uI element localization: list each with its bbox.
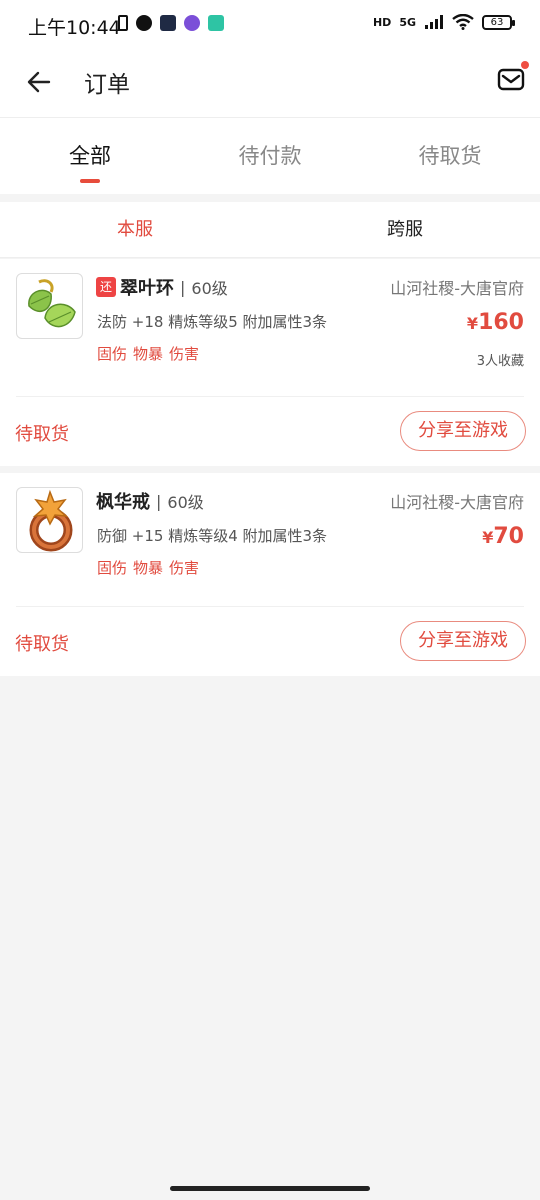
notification-icons <box>118 15 224 31</box>
alarm-icon <box>136 15 152 31</box>
item-tags: 固伤 物暴 伤害 <box>97 343 199 364</box>
tab-pending-payment[interactable]: 待付款 <box>180 118 360 194</box>
order-card[interactable]: 枫华戒 | 60级 山河社稷-大唐官府 防御 +15 精炼等级4 附加属性3条 … <box>0 473 540 676</box>
item-price: ¥70 <box>482 524 524 549</box>
currency-symbol: ¥ <box>466 314 479 333</box>
item-tags: 固伤 物暴 伤害 <box>97 557 199 578</box>
hd-label: HD <box>372 15 392 29</box>
order-card[interactable]: 还 翠叶环 | 60级 山河社稷-大唐官府 法防 +18 精炼等级5 附加属性3… <box>0 259 540 466</box>
item-tag: 固伤 <box>97 559 128 577</box>
item-tag: 伤害 <box>169 345 200 363</box>
item-price: ¥160 <box>467 310 524 335</box>
tab-cross-server[interactable]: 跨服 <box>270 202 540 257</box>
tab-label: 待取货 <box>418 144 482 168</box>
back-arrow-icon <box>27 71 51 93</box>
status-time: 上午10:44 <box>28 17 121 39</box>
order-status: 待取货 <box>15 424 69 445</box>
item-name: 翠叶环 <box>120 278 174 299</box>
unread-dot <box>521 61 529 69</box>
item-server: 山河社稷-大唐官府 <box>390 279 524 298</box>
vibrate-icon <box>118 15 128 31</box>
divider <box>16 396 524 397</box>
item-level: 60级 <box>167 493 204 512</box>
item-level: 60级 <box>191 279 228 298</box>
item-badge: 还 <box>96 277 116 297</box>
mail-icon <box>497 68 525 91</box>
home-indicator[interactable] <box>170 1186 370 1191</box>
item-server: 山河社稷-大唐官府 <box>390 493 524 512</box>
order-status-tabs: 全部 待付款 待取货 <box>0 118 540 194</box>
tab-this-server[interactable]: 本服 <box>0 202 270 257</box>
item-tag: 固伤 <box>97 345 128 363</box>
item-header: 枫华戒 | 60级 <box>96 488 204 514</box>
server-tabs: 本服 跨服 <box>0 202 540 258</box>
separator: | <box>156 491 162 511</box>
page-title: 订单 <box>84 72 130 98</box>
tab-all[interactable]: 全部 <box>0 118 180 194</box>
tab-pending-pickup[interactable]: 待取货 <box>360 118 540 194</box>
back-button[interactable] <box>22 64 58 100</box>
app-notification-icon <box>184 15 200 31</box>
item-attributes: 法防 +18 精炼等级5 附加属性3条 <box>97 313 328 331</box>
network-label: 5G <box>399 15 416 29</box>
status-right: HD 5G 63 <box>372 14 515 30</box>
share-to-game-button[interactable]: 分享至游戏 <box>400 621 526 661</box>
favorite-count: 3人收藏 <box>476 354 524 369</box>
item-tag: 伤害 <box>169 559 200 577</box>
tab-label: 全部 <box>69 144 111 168</box>
tab-indicator <box>80 179 100 183</box>
item-tag: 物暴 <box>133 345 164 363</box>
leaf-ring-icon <box>16 273 83 339</box>
signal-icon <box>425 15 443 29</box>
app-header: 订单 <box>0 50 540 118</box>
status-bar: 上午10:44 HD 5G 63 <box>0 0 540 50</box>
message-button[interactable] <box>496 61 529 94</box>
battery-icon: 63 <box>482 14 515 30</box>
order-status: 待取货 <box>15 634 69 655</box>
divider <box>16 606 524 607</box>
wifi-icon <box>452 14 474 30</box>
price-value: 70 <box>493 524 524 549</box>
item-attributes: 防御 +15 精炼等级4 附加属性3条 <box>97 527 328 545</box>
app-notification-icon <box>160 15 176 31</box>
item-tag: 物暴 <box>133 559 164 577</box>
share-to-game-button[interactable]: 分享至游戏 <box>400 411 526 451</box>
tab-label: 待付款 <box>238 144 302 168</box>
price-value: 160 <box>478 310 524 335</box>
currency-symbol: ¥ <box>482 528 494 547</box>
android-icon <box>208 15 224 31</box>
maple-ring-icon <box>16 487 83 553</box>
item-header: 还 翠叶环 | 60级 <box>96 274 228 300</box>
item-name: 枫华戒 <box>96 492 150 513</box>
separator: | <box>180 277 186 297</box>
